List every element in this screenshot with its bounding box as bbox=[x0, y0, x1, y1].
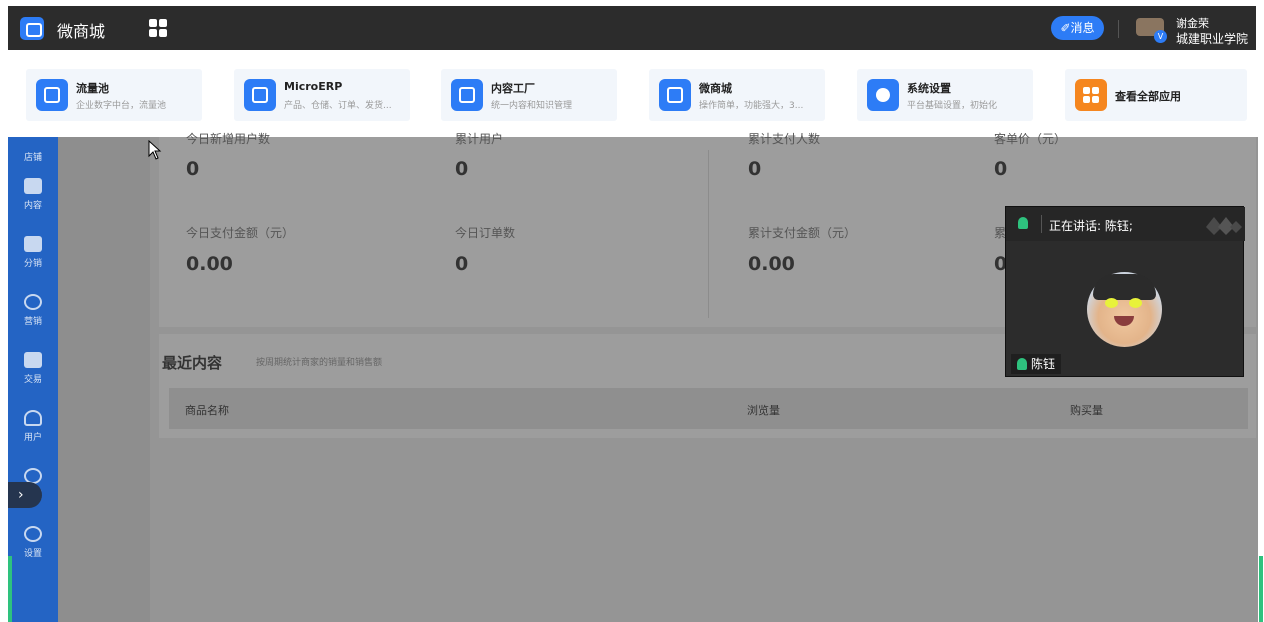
user-icon bbox=[24, 410, 42, 426]
mouse-cursor-icon bbox=[148, 140, 162, 160]
column-header-views[interactable]: 浏览量 bbox=[747, 402, 780, 418]
secondary-panel bbox=[58, 137, 150, 622]
sidebar-item-label: 设置 bbox=[23, 549, 42, 559]
sidebar-item-content[interactable]: 内容 bbox=[8, 178, 58, 211]
sidebar-item-trade[interactable]: 交易 bbox=[8, 352, 58, 385]
stat-value: 0 bbox=[994, 158, 1008, 180]
sidebar-item-label: 交易 bbox=[23, 375, 42, 385]
bag-icon bbox=[24, 178, 42, 194]
speaking-label: 正在讲话: bbox=[1049, 219, 1102, 233]
participant-name: 陈钰 bbox=[1031, 357, 1056, 371]
section-subtitle: 按周期统计商家的销量和销售额 bbox=[256, 358, 383, 368]
stat-label: 今日支付金额（元） bbox=[186, 226, 295, 240]
sidebar-item-label: 店铺 bbox=[23, 153, 42, 163]
app-subtitle: 产品、仓储、订单、发货... bbox=[284, 101, 392, 111]
expand-sidebar-button[interactable]: › bbox=[8, 482, 42, 508]
app-card-content-factory[interactable]: 内容工厂 统一内容和知识管理 bbox=[441, 69, 617, 121]
app-card-system-settings[interactable]: 系统设置 平台基础设置，初始化 bbox=[857, 69, 1033, 121]
app-subtitle: 操作简单，功能强大，3... bbox=[699, 101, 804, 111]
gear-icon bbox=[24, 526, 42, 542]
speaking-name: 陈钰; bbox=[1104, 219, 1133, 233]
column-header-purchases[interactable]: 购买量 bbox=[1070, 402, 1103, 418]
stat-value: 0 bbox=[455, 253, 469, 275]
sidebar-item-users[interactable]: 用户 bbox=[8, 410, 58, 443]
sidebar-item-label: 内容 bbox=[23, 201, 42, 211]
stat-label: 累计支付人数 bbox=[748, 132, 821, 146]
sidebar: 店铺 内容 分销 营销 交易 用户 数据 设置 bbox=[8, 137, 58, 622]
chart-icon bbox=[24, 352, 42, 368]
app-launcher-panel: 流量池 企业数字中台，流量池 MicroERP 产品、仓储、订单、发货... 内… bbox=[8, 50, 1256, 137]
stat-value: 0.00 bbox=[748, 253, 795, 275]
stat-value: 0.00 bbox=[186, 253, 233, 275]
sidebar-item-marketing[interactable]: 营销 bbox=[8, 294, 58, 327]
stat-label: 累计用户 bbox=[455, 132, 504, 146]
apps-grid-icon bbox=[1075, 79, 1107, 111]
stat-value: 0 bbox=[455, 158, 469, 180]
top-bar: 微商城 ✐消息 V 谢金荣 城建职业学院 bbox=[8, 6, 1256, 50]
app-card-microerp[interactable]: MicroERP 产品、仓储、订单、发货... bbox=[234, 69, 410, 121]
divider bbox=[1118, 20, 1119, 38]
app-card-micro-mall[interactable]: 微商城 操作简单，功能强大，3... bbox=[649, 69, 825, 121]
column-header-product[interactable]: 商品名称 bbox=[185, 402, 229, 418]
edge-indicator bbox=[1259, 556, 1263, 622]
app-title: 流量池 bbox=[76, 82, 109, 95]
avatar[interactable]: V bbox=[1134, 14, 1167, 43]
app-title: 内容工厂 bbox=[491, 82, 535, 95]
sidebar-item-label: 分销 bbox=[23, 259, 42, 269]
app-subtitle: 统一内容和知识管理 bbox=[491, 101, 573, 111]
app-title: MicroERP bbox=[284, 80, 343, 93]
audio-wave-icon bbox=[451, 79, 483, 111]
sidebar-item-label: 用户 bbox=[23, 433, 42, 443]
presentation-icon bbox=[36, 79, 68, 111]
user-org[interactable]: 城建职业学院 bbox=[1176, 30, 1248, 47]
stat-value: 0 bbox=[748, 158, 762, 180]
stat-label: 累计支付金额（元） bbox=[748, 226, 857, 240]
sidebar-item-shop[interactable]: 店铺 bbox=[8, 146, 58, 163]
participant-name-tag: 陈钰 bbox=[1011, 354, 1062, 374]
divider bbox=[1041, 215, 1042, 233]
app-title: 查看全部应用 bbox=[1115, 90, 1181, 103]
sidebar-item-label: 营销 bbox=[23, 317, 42, 327]
speaking-indicator: 正在讲话: 陈钰; bbox=[1049, 217, 1133, 234]
layers-icon bbox=[244, 79, 276, 111]
edge-indicator bbox=[8, 556, 12, 622]
video-call-window[interactable]: 正在讲话: 陈钰; 陈钰 bbox=[1005, 206, 1245, 377]
section-title: 最近内容 bbox=[162, 354, 223, 372]
stat-label: 今日订单数 bbox=[455, 226, 516, 240]
divider bbox=[708, 150, 709, 318]
stat-label: 今日新增用户数 bbox=[186, 132, 271, 146]
meeting-logo-icon bbox=[1206, 217, 1242, 235]
microphone-icon bbox=[1017, 358, 1027, 370]
video-header: 正在讲话: 陈钰; bbox=[1006, 207, 1245, 241]
verified-badge: V bbox=[1154, 30, 1167, 43]
stat-label: 客单价（元） bbox=[994, 132, 1067, 146]
app-card-traffic-pool[interactable]: 流量池 企业数字中台，流量池 bbox=[26, 69, 202, 121]
app-title: 系统设置 bbox=[907, 82, 951, 95]
app-subtitle: 平台基础设置，初始化 bbox=[907, 101, 998, 111]
sidebar-item-settings[interactable]: 设置 bbox=[8, 526, 58, 559]
gear-icon bbox=[867, 79, 899, 111]
group-icon bbox=[24, 236, 42, 252]
app-logo-icon[interactable] bbox=[20, 17, 44, 40]
microphone-icon[interactable] bbox=[1018, 217, 1028, 229]
participant-video-avatar bbox=[1087, 272, 1162, 347]
sidebar-item-distribution[interactable]: 分销 bbox=[8, 236, 58, 269]
stat-value: 0 bbox=[186, 158, 200, 180]
store-icon bbox=[659, 79, 691, 111]
network-icon bbox=[24, 294, 42, 310]
user-name[interactable]: 谢金荣 bbox=[1176, 15, 1209, 31]
app-card-view-all[interactable]: 查看全部应用 bbox=[1065, 69, 1247, 121]
brand-title: 微商城 bbox=[57, 22, 106, 41]
app-subtitle: 企业数字中台，流量池 bbox=[76, 101, 167, 111]
app-launcher-icon[interactable] bbox=[149, 19, 167, 37]
message-button[interactable]: ✐消息 bbox=[1051, 16, 1104, 40]
app-title: 微商城 bbox=[699, 82, 732, 95]
